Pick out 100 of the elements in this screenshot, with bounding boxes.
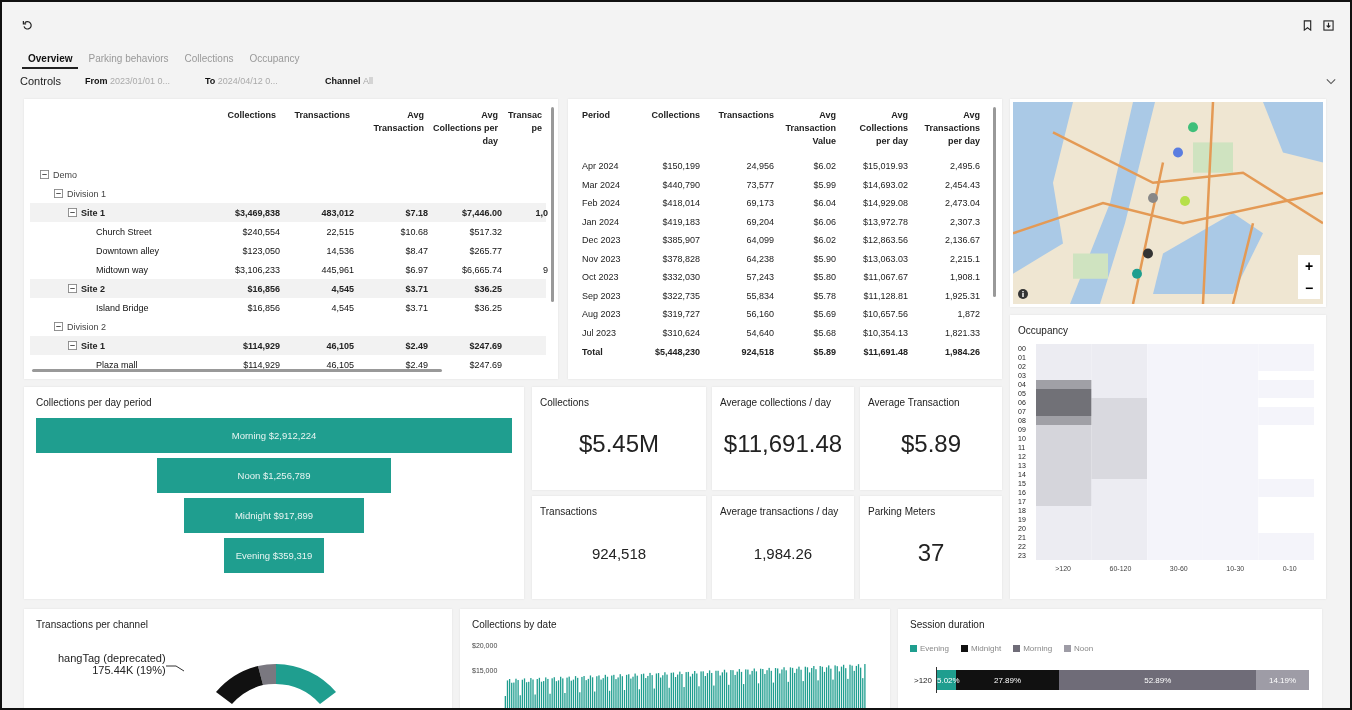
table-cell: $319,727 (662, 309, 700, 320)
collapse-toggle[interactable] (40, 170, 49, 179)
table-cell: $5.78 (813, 290, 836, 301)
table-cell: $5.69 (813, 309, 836, 320)
zoom-in-button[interactable]: + (1298, 255, 1320, 277)
table-cell: 2,136.67 (944, 235, 980, 246)
scrollbar[interactable] (993, 107, 996, 297)
column-header[interactable]: Transac pe (506, 109, 542, 135)
data-label: 52.89% (1144, 675, 1172, 685)
column-header[interactable]: Collections (227, 109, 276, 122)
column-header[interactable]: Avg Collections per day (432, 109, 498, 148)
funnel-bar: Morning $2,912,224 (36, 418, 512, 453)
row-label: Site 1 (81, 207, 105, 218)
column-header[interactable]: Avg Transaction Value (782, 109, 836, 148)
total-cell: $5,448,230 (654, 347, 700, 357)
column-header[interactable]: Collections (651, 109, 700, 122)
collapse-toggle[interactable] (54, 322, 63, 331)
row-label: Site 1 (81, 340, 105, 351)
table-cell: $10.68 (400, 226, 428, 237)
column-header[interactable]: Transactions (294, 109, 350, 122)
column-header[interactable]: Avg Collections per day (844, 109, 908, 148)
total-cell: Total (582, 347, 603, 357)
data-label: 27.89% (993, 675, 1022, 685)
kpi-value: $11,691.48 (723, 430, 843, 458)
leader-line (165, 664, 186, 672)
table-cell: $385,907 (662, 235, 700, 246)
table-cell: $5.80 (813, 272, 836, 283)
table-cell: 2,215.1 (949, 253, 980, 264)
table-cell: Sep 2023 (582, 290, 621, 301)
funnel-bar: Noon $1,256,789 (157, 458, 391, 493)
table-cell: $6.02 (813, 235, 836, 246)
collapse-toggle[interactable] (68, 284, 77, 293)
table-cell: $332,030 (662, 272, 700, 283)
info-icon[interactable] (1018, 289, 1028, 299)
table-cell: $310,624 (662, 327, 700, 338)
scrollbar[interactable] (32, 369, 442, 372)
table-cell: $2.49 (405, 340, 428, 351)
table-cell: $114,929 (242, 340, 280, 351)
legend-label: Noon (1074, 644, 1094, 653)
table-cell: Apr 2024 (582, 161, 619, 172)
filter-control[interactable]: To 2024/04/12 0... (204, 76, 315, 86)
table-cell: $10,657.56 (862, 309, 908, 320)
table-cell: $3,469,838 (234, 207, 280, 218)
table-cell: $517.32 (469, 226, 502, 237)
column-header[interactable]: Avg Transactions per day (916, 109, 980, 148)
column-header[interactable]: Period (582, 109, 610, 122)
table-cell: 1,821.33 (944, 327, 980, 338)
table-cell: 64,099 (746, 235, 774, 246)
table-cell: $240,554 (242, 226, 280, 237)
kpi-title: Average Transaction (868, 397, 961, 408)
total-cell: 924,518 (741, 347, 774, 357)
panel-title: Collections by date (472, 619, 558, 630)
kpi-value: 1,984.26 (753, 544, 813, 562)
table-cell: 445,961 (321, 264, 354, 275)
collapse-toggle[interactable] (68, 341, 77, 350)
zoom-out-button[interactable]: − (1298, 277, 1320, 299)
refresh-icon[interactable] (22, 19, 33, 31)
legend-label: Midnight (970, 644, 1002, 653)
table-cell: 2,473.04 (944, 198, 980, 209)
table-cell: $14,929.08 (862, 198, 908, 209)
kpi-title: Transactions (540, 506, 598, 517)
column-header[interactable]: Transactions (718, 109, 774, 122)
table-cell: $6.06 (813, 216, 836, 227)
table-cell: $3.71 (405, 302, 428, 313)
funnel-bar: Midnight $917,899 (183, 498, 365, 533)
panel-title: Occupancy (1018, 325, 1070, 336)
collapse-toggle[interactable] (54, 189, 63, 198)
table-cell: $322,735 (662, 290, 700, 301)
row-label: Plaza mall (96, 359, 138, 370)
tab[interactable]: Overview (22, 50, 79, 69)
table-cell: $7,446.00 (461, 207, 502, 218)
table-cell: $3.71 (405, 283, 428, 294)
row-label: Demo (53, 169, 77, 180)
filter-control[interactable]: From 2023/01/01 0... (84, 76, 195, 86)
collapse-toggle[interactable] (68, 208, 77, 217)
table-cell: $5.90 (813, 253, 836, 264)
scrollbar[interactable] (551, 107, 554, 302)
table-cell: 73,577 (746, 179, 774, 190)
chevron-down-icon[interactable] (1326, 77, 1336, 85)
export-icon[interactable] (1323, 19, 1334, 31)
table-cell: $8.47 (405, 245, 428, 256)
table-cell: $15,019.93 (862, 161, 908, 172)
filter-control[interactable]: Channel All (324, 76, 435, 86)
axis-label: >120 (912, 675, 932, 685)
total-cell: $11,691.48 (863, 347, 908, 357)
funnel-bar: Evening $359,319 (224, 538, 324, 573)
total-cell: 1,984.26 (944, 347, 980, 357)
bookmark-icon[interactable] (1302, 19, 1313, 31)
table-cell: 1,908.1 (949, 272, 980, 283)
kpi-value: $5.45M (578, 430, 660, 458)
row-label: Site 2 (81, 283, 105, 294)
row-label: Division 2 (67, 321, 106, 332)
table-cell: $265.77 (469, 245, 502, 256)
table-cell: 2,307.3 (949, 216, 980, 227)
table-cell: $14,693.02 (862, 179, 908, 190)
table-cell: $11,128.81 (863, 290, 908, 301)
column-header[interactable]: Avg Transaction (358, 109, 424, 135)
table-cell: $5.68 (813, 327, 836, 338)
table-cell: 69,173 (746, 198, 774, 209)
table-cell: 483,012 (321, 207, 354, 218)
